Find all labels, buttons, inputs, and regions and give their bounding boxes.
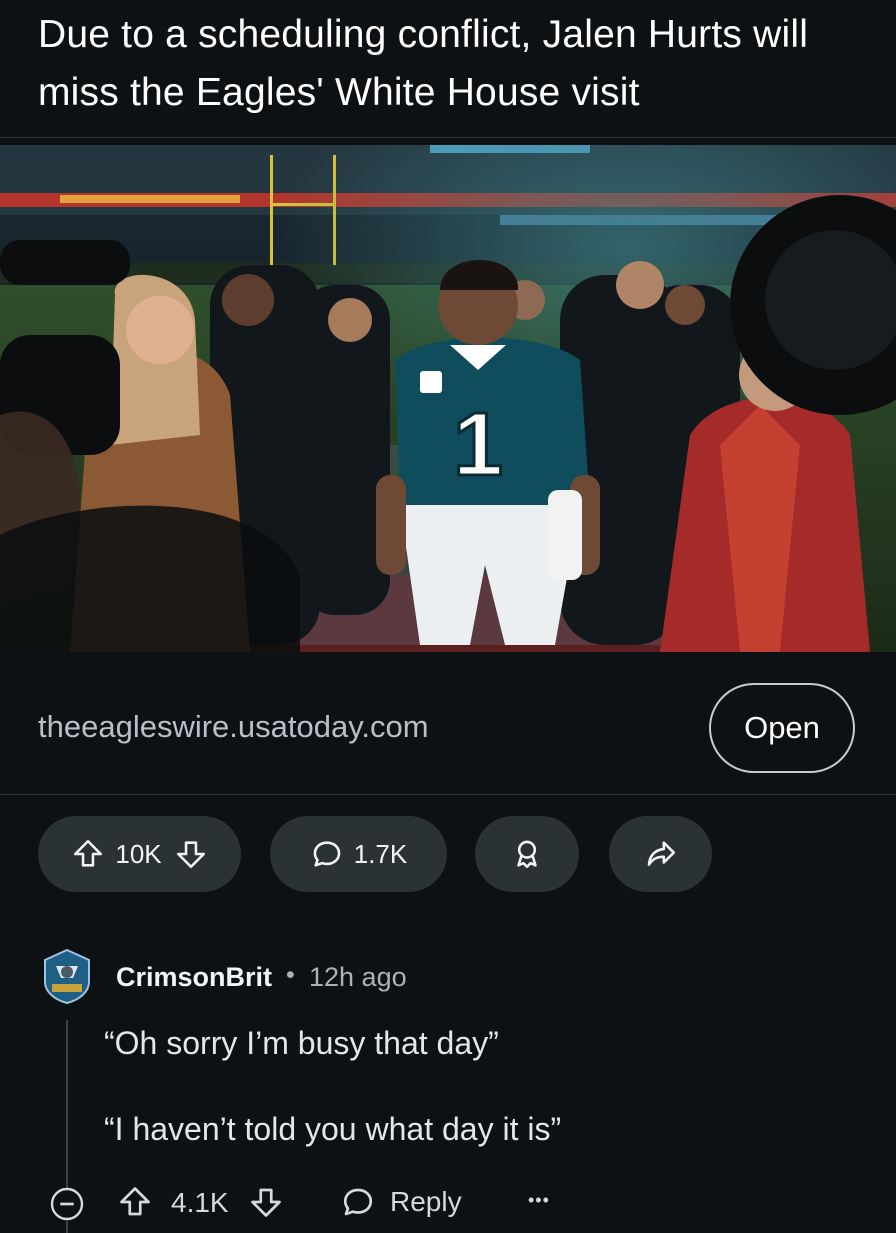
comment-actions: 4.1K Reply ••• [0,1176,896,1228]
award-icon [510,837,544,871]
downvote-icon [251,1188,281,1217]
comment-text-line-2: “I haven’t told you what day it is” [104,1111,562,1147]
downvote-icon[interactable] [174,837,208,871]
post-title: Due to a scheduling conflict, Jalen Hurt… [38,13,809,114]
comment-count: 1.7K [353,838,408,869]
avatar[interactable] [42,948,92,1005]
post-image[interactable]: 1 [0,145,896,652]
comment-downvote-button[interactable] [248,1184,284,1220]
photo-of-player-on-field: 1 [0,145,896,652]
upvote-icon[interactable] [71,837,105,871]
upvote-icon [120,1187,150,1216]
share-arrow-icon [644,837,678,871]
reply-button[interactable]: Reply [340,1184,462,1220]
collapse-minus-icon [50,1187,84,1221]
link-preview-row[interactable]: theeagleswire.usatoday.com Open [0,660,896,794]
comment-bubble-icon [343,1188,373,1216]
comment-upvote-button[interactable] [117,1184,153,1220]
reply-label: Reply [390,1186,462,1217]
comments-button[interactable]: 1.7K [270,816,447,892]
more-options-button[interactable]: ••• [528,1190,550,1211]
share-button[interactable] [609,816,712,892]
comment-vote-count: 4.1K [171,1187,229,1218]
post-vote-pill: 10K [38,816,241,892]
separator-dot: • [286,961,295,989]
comment-bubble-icon [310,837,344,871]
link-domain[interactable]: theeagleswire.usatoday.com [38,709,429,745]
divider [0,137,896,138]
award-button[interactable] [475,816,579,892]
user-avatar-icon [44,948,90,1005]
collapse-button[interactable] [49,1186,85,1222]
jersey-number: 1 [453,395,503,495]
comment-timestamp: 12h ago [309,962,407,992]
thread-line [66,1220,68,1233]
comment-text-line-1: “Oh sorry I’m busy that day” [104,1025,499,1061]
post-vote-count: 10K [115,838,162,869]
comment-author[interactable]: CrimsonBrit [116,962,272,993]
divider [0,794,896,795]
thread-line[interactable] [66,1020,68,1190]
open-link-button[interactable]: Open [709,683,855,773]
